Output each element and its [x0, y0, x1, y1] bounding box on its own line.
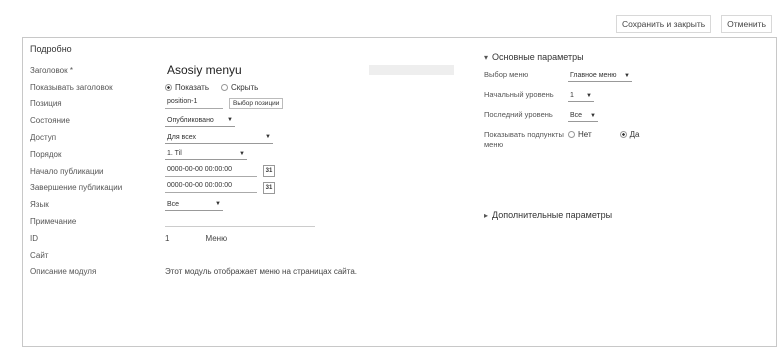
access-row: Доступ Для всех ▼ [30, 129, 450, 146]
state-select[interactable]: Опубликовано ▼ [165, 115, 235, 127]
note-input[interactable] [165, 216, 315, 228]
basic-options-section: ▾ Основные параметры Выбор меню Главное … [484, 52, 754, 150]
radio-unchecked-icon [221, 83, 229, 91]
chevron-down-icon: ▼ [586, 92, 592, 99]
title-hint [369, 65, 454, 76]
publish-end-input[interactable]: 0000-00-00 00:00:00 [165, 182, 257, 194]
calendar-icon[interactable]: 31 [263, 181, 275, 194]
submenu-no-radio[interactable]: Нет [568, 130, 592, 139]
title-input[interactable]: Asosiy menyu [165, 62, 355, 78]
access-select[interactable]: Для всех ▼ [165, 132, 273, 144]
expand-icon: ▸ [484, 210, 489, 220]
show-submenu-row: Показывать подпункты меню Нет Да [484, 130, 754, 150]
position-row: Позиция position-1 Выбор позиции [30, 96, 450, 113]
toolbar: Сохранить и закрыть Отменить [615, 14, 772, 34]
publish-end-row: Завершение публикации 0000-00-00 00:00:0… [30, 180, 450, 197]
menu-row: Выбор меню Главное меню ▼ [484, 70, 754, 82]
menu-select[interactable]: Главное меню ▼ [568, 70, 632, 82]
chevron-down-icon: ▼ [590, 112, 596, 119]
chevron-down-icon: ▼ [239, 150, 245, 157]
submenu-yes-radio[interactable]: Да [619, 130, 640, 139]
position-select-button[interactable]: Выбор позиции [229, 98, 284, 110]
order-label: Порядок [30, 149, 62, 159]
radio-unchecked-icon [568, 131, 575, 138]
chevron-down-icon: ▼ [227, 117, 233, 124]
title-label: Заголовок * [30, 65, 73, 75]
end-level-label: Последний уровень [484, 110, 553, 119]
calendar-icon[interactable]: 31 [263, 165, 275, 178]
description-row: Описание модуля Этот модуль отображает м… [30, 264, 450, 281]
save-close-button[interactable]: Сохранить и закрыть [615, 15, 712, 33]
description-label: Описание модуля [30, 267, 97, 277]
basic-options-toggle[interactable]: ▾ Основные параметры [484, 52, 754, 62]
start-level-select[interactable]: 1 ▼ [568, 90, 594, 102]
site-row: Сайт [30, 247, 450, 264]
show-radio[interactable]: Показать [165, 83, 209, 92]
order-select[interactable]: 1. Til ▼ [165, 148, 247, 161]
state-label: Состояние [30, 116, 70, 126]
publish-start-row: Начало публикации 0000-00-00 00:00:00 31 [30, 163, 450, 180]
advanced-options-toggle[interactable]: ▸ Дополнительные параметры [484, 210, 612, 220]
publish-start-label: Начало публикации [30, 166, 104, 176]
hide-radio[interactable]: Скрыть [221, 83, 258, 92]
show-submenu-label: Показывать подпункты меню [484, 130, 564, 149]
start-level-row: Начальный уровень 1 ▼ [484, 90, 754, 102]
end-level-row: Последний уровень Все ▼ [484, 110, 754, 122]
publish-start-input[interactable]: 0000-00-00 00:00:00 [165, 166, 257, 177]
language-label: Язык [30, 200, 49, 210]
chevron-down-icon: ▼ [624, 72, 630, 79]
position-input[interactable]: position-1 [165, 98, 223, 110]
advanced-options-heading: Дополнительные параметры [492, 210, 613, 220]
details-section: Подробно Заголовок * Asosiy menyu Показы… [30, 44, 454, 281]
basic-options-heading: Основные параметры [492, 52, 584, 62]
note-label: Примечание [30, 217, 77, 227]
language-select[interactable]: Все ▼ [165, 199, 223, 211]
chevron-down-icon: ▼ [265, 134, 271, 141]
cancel-button[interactable]: Отменить [721, 15, 772, 33]
collapse-icon: ▾ [484, 52, 489, 62]
menu-label: Выбор меню [484, 70, 529, 79]
show-title-row: Показывать заголовок Показать Скрыть [30, 79, 450, 96]
state-row: Состояние Опубликовано ▼ [30, 112, 450, 129]
description-text: Этот модуль отображает меню на страницах… [165, 267, 358, 277]
module-type: Меню [205, 233, 228, 243]
language-row: Язык Все ▼ [30, 196, 450, 213]
position-label: Позиция [30, 99, 62, 109]
chevron-down-icon: ▼ [215, 201, 221, 208]
show-title-label: Показывать заголовок [30, 82, 113, 92]
details-heading: Подробно [30, 44, 72, 54]
start-level-label: Начальный уровень [484, 90, 554, 99]
site-label: Сайт [30, 250, 49, 260]
end-level-select[interactable]: Все ▼ [568, 110, 598, 122]
order-row: Порядок 1. Til ▼ [30, 146, 450, 163]
id-label: ID [30, 233, 38, 243]
note-row: Примечание [30, 213, 450, 230]
radio-checked-icon [619, 131, 627, 138]
id-row: ID 1 Меню [30, 230, 450, 247]
title-row: Заголовок * Asosiy menyu [30, 62, 454, 79]
id-value: 1 [165, 233, 170, 243]
publish-end-label: Завершение публикации [30, 183, 123, 193]
radio-checked-icon [165, 83, 172, 91]
access-label: Доступ [30, 133, 57, 143]
